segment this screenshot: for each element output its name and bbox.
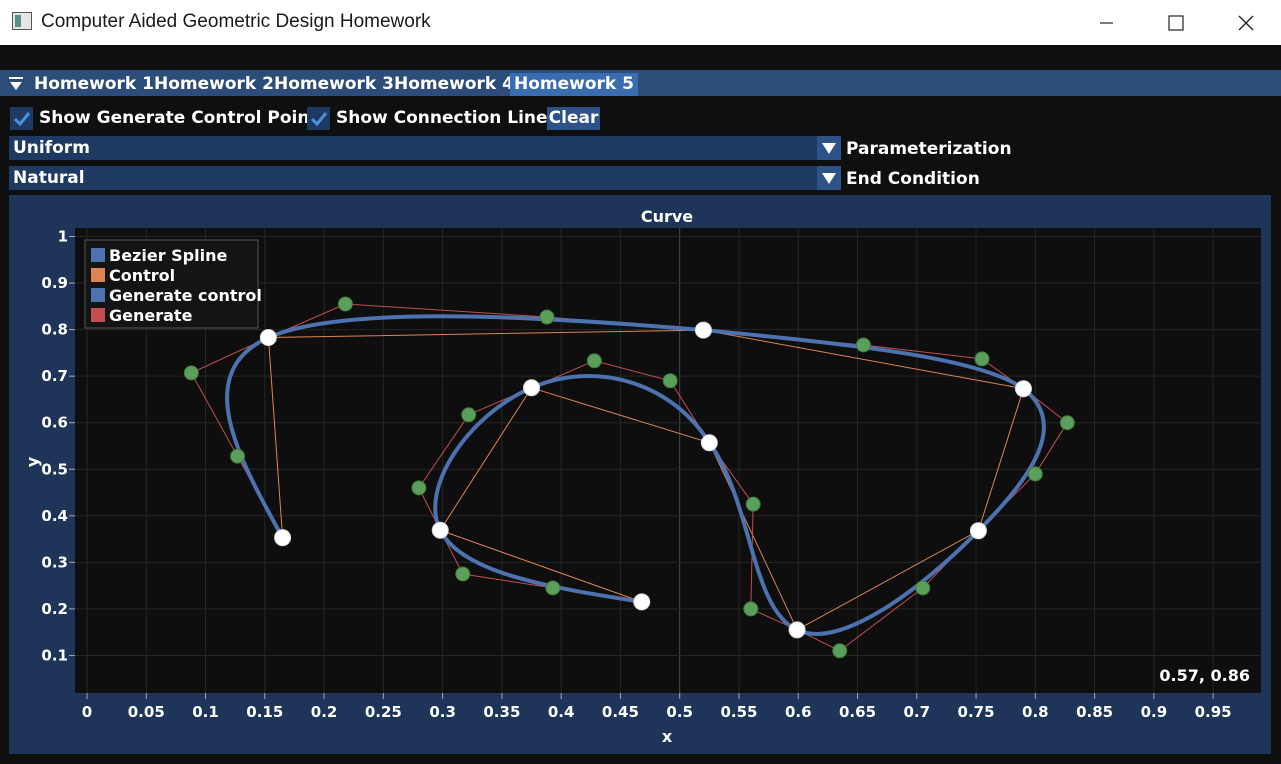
y-tick-label: 0.7 bbox=[41, 367, 68, 385]
generated-control-point bbox=[1027, 466, 1043, 482]
x-tick-label: 0.8 bbox=[1022, 703, 1049, 721]
generated-control-point bbox=[455, 566, 471, 582]
generated-control-point bbox=[915, 580, 931, 596]
generated-control-point bbox=[662, 373, 678, 389]
y-tick-label: 1 bbox=[58, 228, 68, 246]
control-point bbox=[788, 621, 806, 639]
generated-control-point bbox=[855, 337, 871, 353]
x-tick-label: 0.55 bbox=[720, 703, 757, 721]
x-axis-label: x bbox=[662, 727, 673, 746]
control-point bbox=[431, 521, 449, 539]
x-tick-label: 0.85 bbox=[1076, 703, 1113, 721]
y-tick-label: 0.2 bbox=[41, 600, 68, 618]
generated-control-point bbox=[743, 601, 759, 617]
x-tick-label: 0.25 bbox=[365, 703, 402, 721]
control-point bbox=[633, 593, 651, 611]
legend-control: Control bbox=[109, 266, 175, 285]
generated-control-point bbox=[745, 496, 761, 512]
control-point bbox=[694, 321, 712, 339]
x-tick-label: 0.6 bbox=[785, 703, 812, 721]
generated-control-point bbox=[974, 351, 990, 367]
generated-control-point bbox=[832, 643, 848, 659]
control-point bbox=[274, 529, 292, 547]
generated-control-point bbox=[539, 309, 555, 325]
x-tick-label: 0.95 bbox=[1195, 703, 1232, 721]
x-tick-label: 0 bbox=[82, 703, 92, 721]
y-tick-label: 0.5 bbox=[41, 460, 68, 478]
x-tick-label: 0.3 bbox=[429, 703, 456, 721]
x-tick-label: 0.75 bbox=[958, 703, 995, 721]
x-tick-label: 0.1 bbox=[192, 703, 219, 721]
y-tick-label: 0.4 bbox=[41, 507, 68, 525]
control-point bbox=[259, 329, 277, 347]
generated-control-point bbox=[230, 448, 246, 464]
y-axis-label: y bbox=[23, 456, 42, 467]
y-tick-label: 0.1 bbox=[41, 646, 68, 664]
control-point bbox=[523, 379, 541, 397]
generated-control-point bbox=[586, 353, 602, 369]
generated-control-point bbox=[337, 296, 353, 312]
control-point bbox=[1014, 380, 1032, 398]
generated-control-point bbox=[1059, 415, 1075, 431]
x-tick-label: 0.2 bbox=[311, 703, 338, 721]
curve-plot[interactable]: Curve 0 0.05 0.1 0.15 0.2 0.25 0.3 0.35 0.4 0.45 0… bbox=[0, 0, 1281, 764]
mouse-coordinate-readout: 0.57, 0.86 bbox=[1159, 666, 1250, 685]
legend-bezier-spline: Bezier Spline bbox=[109, 246, 227, 265]
generated-control-point bbox=[411, 480, 427, 496]
control-point bbox=[700, 434, 718, 452]
x-tick-label: 0.45 bbox=[602, 703, 639, 721]
legend-swatch-generate-control bbox=[91, 288, 105, 302]
generated-control-point bbox=[461, 407, 477, 423]
legend-swatch-bezier bbox=[91, 248, 105, 262]
legend: Bezier Spline Control Generate control G… bbox=[84, 239, 262, 329]
legend-generate-control: Generate control bbox=[109, 286, 262, 305]
chart-title: Curve bbox=[641, 207, 693, 226]
x-tick-label: 0.4 bbox=[548, 703, 575, 721]
y-tick-label: 0.3 bbox=[41, 553, 68, 571]
legend-swatch-control bbox=[91, 268, 105, 282]
x-tick-label: 0.9 bbox=[1141, 703, 1168, 721]
x-tick-label: 0.15 bbox=[246, 703, 283, 721]
legend-generate: Generate bbox=[109, 306, 193, 325]
x-tick-label: 0.5 bbox=[666, 703, 693, 721]
generated-control-point bbox=[183, 365, 199, 381]
x-tick-label: 0.35 bbox=[483, 703, 520, 721]
generated-control-point bbox=[545, 580, 561, 596]
legend-swatch-generate bbox=[91, 308, 105, 322]
y-tick-label: 0.9 bbox=[41, 274, 68, 292]
x-tick-label: 0.7 bbox=[903, 703, 930, 721]
y-tick-label: 0.6 bbox=[41, 414, 68, 432]
control-point bbox=[969, 522, 987, 540]
y-tick-label: 0.8 bbox=[41, 321, 68, 339]
x-tick-label: 0.65 bbox=[839, 703, 876, 721]
x-tick-label: 0.05 bbox=[128, 703, 165, 721]
